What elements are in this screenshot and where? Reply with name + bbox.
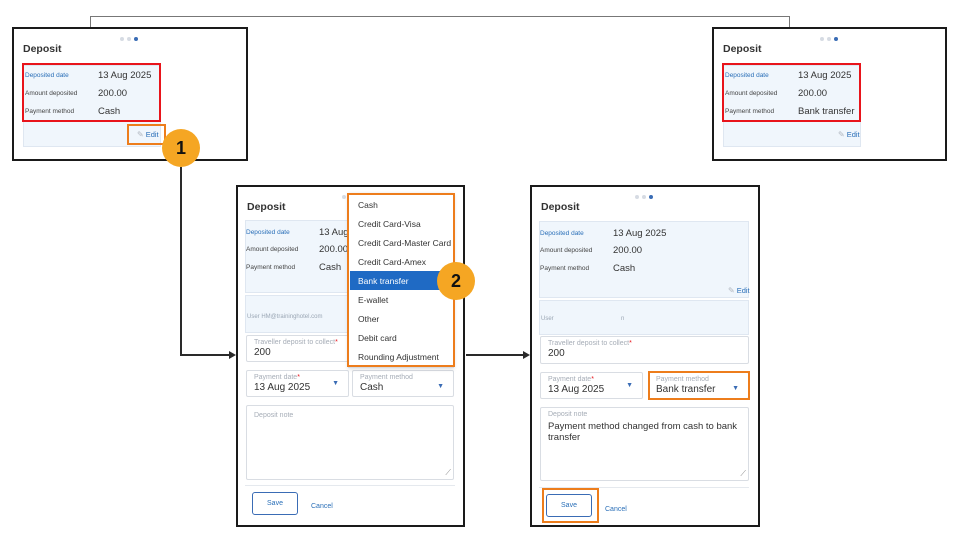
- traveller-deposit-label: Traveller deposit to collect*: [548, 340, 632, 347]
- page-dot: [127, 37, 131, 41]
- page-dots: [635, 195, 653, 199]
- payment-date-label: Payment date*: [254, 374, 300, 381]
- deposit-note-value: Payment method changed from cash to bank…: [548, 421, 738, 443]
- payment-method-label: Payment method: [246, 264, 296, 271]
- required-mark: *: [297, 374, 300, 381]
- row-payment-method: Payment method Cash: [540, 263, 635, 274]
- caret-down-icon: ▼: [437, 383, 444, 390]
- payment-date-label: Payment date*: [548, 376, 594, 383]
- row-deposited-date: Deposited date 13 Aug: [246, 227, 349, 238]
- page-dot: [827, 37, 831, 41]
- traveller-deposit-label-text: Traveller deposit to collect: [254, 339, 336, 346]
- row-amount-deposited: Amount deposited 200.00: [540, 245, 642, 256]
- highlight-deposit-details: [22, 63, 161, 122]
- deposit-edit-form-filled: Deposit Deposited date 13 Aug 2025 Amoun…: [530, 185, 760, 527]
- page-dot: [820, 37, 824, 41]
- deposit-note-textarea[interactable]: Deposit note Payment method changed from…: [540, 407, 749, 481]
- user-label: User: [541, 316, 554, 322]
- panel-title: Deposit: [247, 201, 286, 213]
- pencil-icon: ✎: [728, 286, 735, 295]
- resize-grip-icon: ⟋: [740, 469, 746, 478]
- caret-down-icon: ▼: [332, 380, 339, 387]
- deposit-note-textarea[interactable]: Deposit note ⟋: [246, 405, 454, 480]
- payment-method-value: Cash: [319, 262, 342, 273]
- page-dots: [820, 37, 838, 41]
- page-dot: [120, 37, 124, 41]
- payment-method-label: Payment method: [540, 265, 590, 272]
- step-1-badge: 1: [162, 129, 200, 167]
- payment-date-value: 13 Aug 2025: [548, 384, 605, 395]
- payment-date-value: 13 Aug 2025: [254, 382, 311, 393]
- deposit-note-label: Deposit note: [548, 411, 588, 418]
- arrow-right-icon: [229, 351, 236, 359]
- traveller-deposit-value: 200: [548, 348, 565, 359]
- connector-step1-horizontal: [180, 354, 230, 356]
- page-dots: [120, 37, 138, 41]
- row-deposited-date: Deposited date 13 Aug 2025: [540, 228, 666, 239]
- row-payment-method: Payment method Cash: [246, 262, 341, 273]
- highlight-save-button: [542, 488, 599, 523]
- amount-deposited-value: 200.00: [319, 244, 349, 255]
- connector-top-horizontal: [90, 16, 790, 17]
- highlight-deposit-details: [722, 63, 861, 122]
- traveller-deposit-label-text: Traveller deposit to collect: [548, 340, 630, 347]
- caret-down-icon: ▼: [626, 382, 633, 389]
- resize-grip-icon: ⟋: [445, 468, 451, 477]
- required-mark: *: [629, 340, 632, 347]
- deposit-note-placeholder: Deposit note: [254, 412, 294, 419]
- highlight-edit-link: [127, 124, 166, 145]
- deposited-date-value: 13 Aug: [319, 227, 349, 238]
- deposited-date-label: Deposited date: [540, 230, 584, 237]
- payment-method-select[interactable]: Payment method Cash ▼: [352, 370, 454, 397]
- page-dot-active: [649, 195, 653, 199]
- traveller-deposit-input[interactable]: Traveller deposit to collect* 200: [540, 336, 749, 364]
- user-line: User HM@traininghotel.com: [247, 314, 323, 320]
- cancel-button[interactable]: Cancel: [605, 506, 627, 513]
- panel-title: Deposit: [541, 201, 580, 213]
- deposit-panel-after: Deposit Deposited date 13 Aug 2025 Amoun…: [712, 27, 947, 161]
- arrow-right-icon: [523, 351, 530, 359]
- row-amount-deposited: Amount deposited 200.00: [246, 244, 348, 255]
- deposit-panel-before: Deposit Deposited date 13 Aug 2025 Amoun…: [12, 27, 248, 161]
- deposited-date-value: 13 Aug 2025: [613, 228, 667, 239]
- deposited-date-label: Deposited date: [246, 229, 290, 236]
- payment-method-field-value: Cash: [360, 382, 384, 393]
- panel-title: Deposit: [723, 43, 762, 55]
- traveller-deposit-label: Traveller deposit to collect*: [254, 339, 338, 346]
- amount-deposited-value: 200.00: [613, 245, 643, 256]
- highlight-payment-method: [648, 371, 750, 400]
- amount-deposited-label: Amount deposited: [246, 246, 299, 253]
- traveller-deposit-value: 200: [254, 347, 271, 358]
- user-value: n: [621, 316, 625, 322]
- page-dot-active: [134, 37, 138, 41]
- edit-link[interactable]: ✎ Edit: [838, 130, 860, 139]
- pencil-icon: ✎: [838, 130, 845, 139]
- cancel-button[interactable]: Cancel: [311, 503, 333, 510]
- page-dot: [635, 195, 639, 199]
- step-2-badge: 2: [437, 262, 475, 300]
- payment-date-label-text: Payment date: [548, 376, 592, 383]
- payment-date-select[interactable]: Payment date* 13 Aug 2025 ▼: [540, 372, 643, 399]
- payment-method-value: Cash: [613, 263, 636, 274]
- payment-date-select[interactable]: Payment date* 13 Aug 2025 ▼: [246, 370, 349, 397]
- required-mark: *: [335, 339, 338, 346]
- panel-title: Deposit: [23, 43, 62, 55]
- edit-link[interactable]: ✎ Edit: [728, 286, 750, 295]
- required-mark: *: [591, 376, 594, 383]
- payment-method-field-label: Payment method: [360, 374, 413, 381]
- amount-deposited-label: Amount deposited: [540, 247, 593, 254]
- connector-middle-horizontal: [466, 354, 524, 356]
- page-dot-active: [834, 37, 838, 41]
- save-button[interactable]: Save: [252, 492, 298, 515]
- page-dot: [642, 195, 646, 199]
- user-info-box: [539, 300, 749, 335]
- page-dot: [342, 195, 346, 199]
- edit-label: Edit: [846, 130, 860, 139]
- connector-step1-vertical: [180, 167, 182, 355]
- edit-label: Edit: [736, 286, 750, 295]
- payment-date-label-text: Payment date: [254, 374, 298, 381]
